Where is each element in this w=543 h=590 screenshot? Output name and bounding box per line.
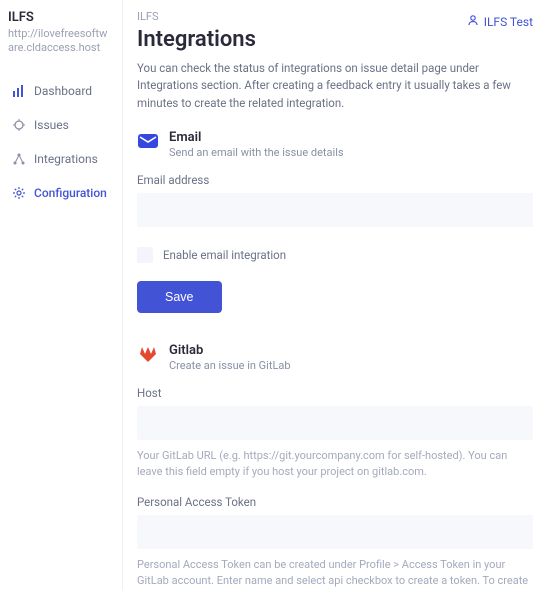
- sidebar-item-issues[interactable]: Issues: [8, 108, 112, 142]
- sidebar-item-label: Issues: [34, 118, 69, 132]
- sidebar: ILFS http://ilovefreesoftware.cldaccess.…: [0, 0, 123, 590]
- topbar: ILFS Integrations ILFS Test: [137, 10, 533, 60]
- email-subtitle: Send an email with the issue details: [169, 146, 344, 159]
- gitlab-subtitle: Create an issue in GitLab: [169, 359, 291, 372]
- email-enable-row: Enable email integration: [137, 247, 533, 263]
- page-title: Integrations: [137, 27, 256, 52]
- page-description: You can check the status of integrations…: [137, 60, 533, 112]
- main-content: ILFS Integrations ILFS Test You can chec…: [123, 0, 543, 590]
- gear-icon: [12, 186, 26, 200]
- gitlab-token-help: Personal Access Token can be created und…: [137, 557, 533, 590]
- gitlab-icon: [137, 343, 159, 365]
- sidebar-title: ILFS: [8, 10, 112, 25]
- gitlab-host-input[interactable]: [137, 406, 533, 440]
- gitlab-token-label: Personal Access Token: [137, 495, 533, 509]
- sidebar-item-configuration[interactable]: Configuration: [8, 176, 112, 210]
- bars-icon: [12, 84, 26, 98]
- sidebar-item-label: Dashboard: [34, 84, 92, 98]
- nodes-icon: [12, 152, 26, 166]
- sidebar-item-integrations[interactable]: Integrations: [8, 142, 112, 176]
- gitlab-host-help: Your GitLab URL (e.g. https://git.yourco…: [137, 448, 533, 481]
- breadcrumb: ILFS: [137, 10, 256, 23]
- user-icon: [467, 14, 479, 29]
- gitlab-host-label: Host: [137, 386, 533, 400]
- email-section-head: Email Send an email with the issue detai…: [137, 130, 533, 159]
- gitlab-section: Gitlab Create an issue in GitLab Host Yo…: [137, 343, 533, 590]
- email-title: Email: [169, 130, 344, 145]
- sidebar-item-dashboard[interactable]: Dashboard: [8, 74, 112, 108]
- user-link[interactable]: ILFS Test: [467, 14, 533, 29]
- save-button[interactable]: Save: [137, 281, 222, 313]
- email-input[interactable]: [137, 193, 533, 227]
- gitlab-title: Gitlab: [169, 343, 291, 358]
- email-section: Email Send an email with the issue detai…: [137, 130, 533, 313]
- user-label: ILFS Test: [484, 15, 533, 29]
- sidebar-item-label: Integrations: [34, 152, 98, 166]
- sidebar-subtitle: http://ilovefreesoftware.cldaccess.host: [8, 27, 112, 56]
- sidebar-item-label: Configuration: [34, 186, 107, 200]
- gitlab-section-head: Gitlab Create an issue in GitLab: [137, 343, 533, 372]
- gitlab-token-input[interactable]: [137, 515, 533, 549]
- email-enable-label: Enable email integration: [163, 248, 286, 262]
- mail-icon: [137, 130, 159, 152]
- bug-icon: [12, 118, 26, 132]
- email-field-label: Email address: [137, 173, 533, 187]
- email-enable-checkbox[interactable]: [137, 247, 153, 263]
